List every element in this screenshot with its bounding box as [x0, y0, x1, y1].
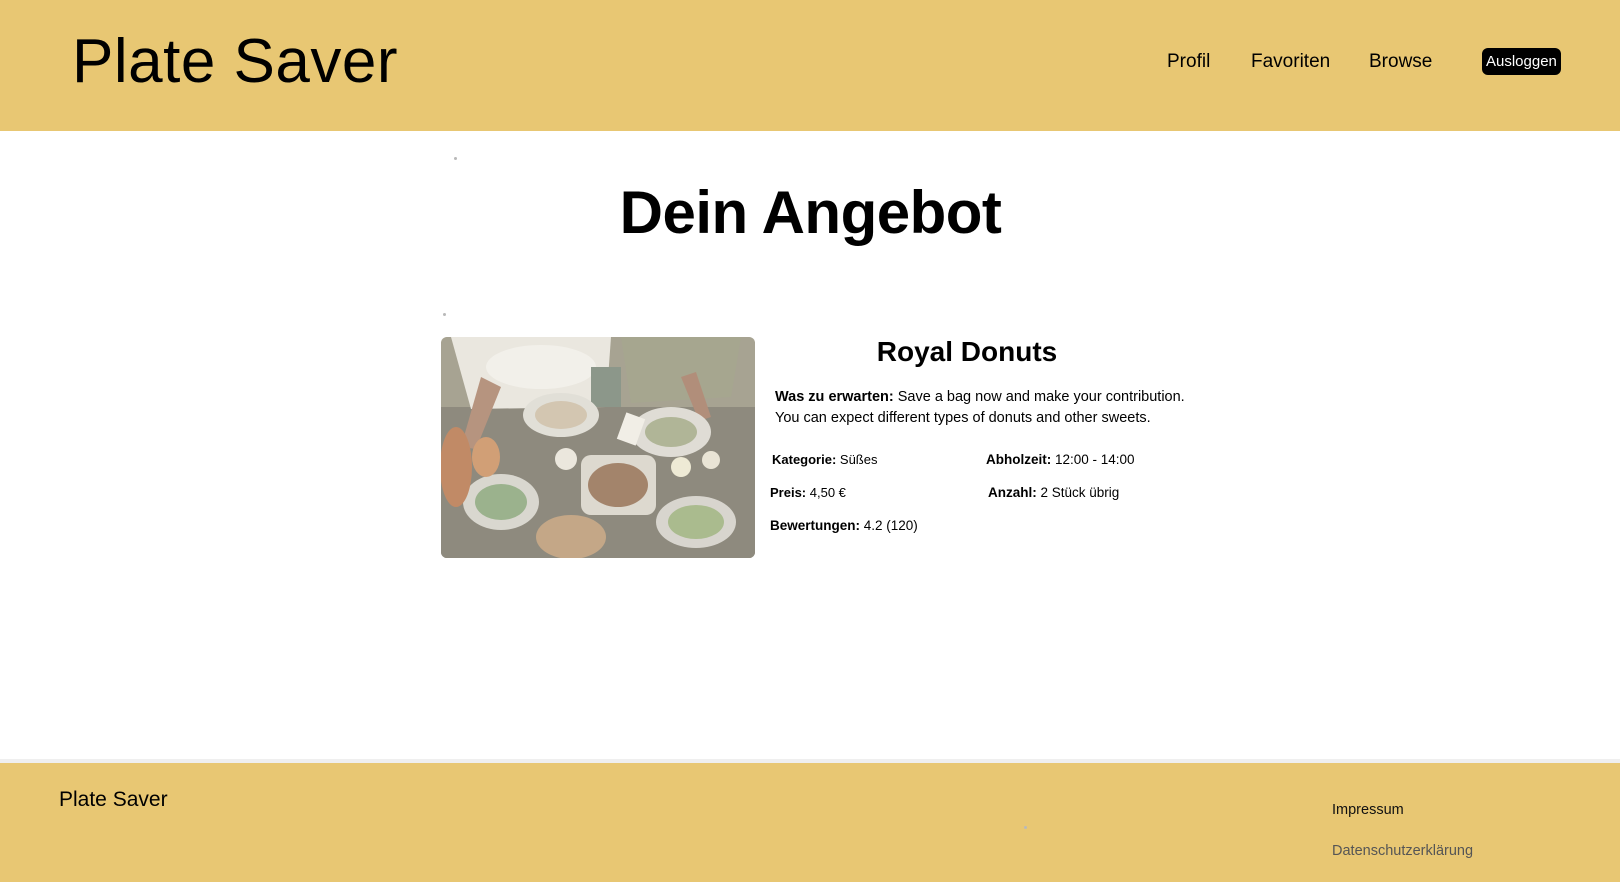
anzahl-value: 2 Stück übrig — [1036, 485, 1120, 500]
field-anzahl: Anzahl: 2 Stück übrig — [988, 484, 1119, 502]
bewertungen-label: Bewertungen: — [770, 518, 861, 533]
logout-button[interactable]: Ausloggen — [1482, 48, 1561, 75]
footer-brand: Plate Saver — [59, 788, 168, 811]
main-nav: Profil Favoriten Browse Ausloggen — [0, 48, 1620, 78]
footer-link-impressum[interactable]: Impressum — [1332, 800, 1404, 820]
kategorie-label: Kategorie: — [772, 452, 837, 467]
abholzeit-value: 12:00 - 14:00 — [1051, 452, 1135, 467]
page-title: Dein Angebot — [619, 179, 1002, 246]
field-abholzeit: Abholzeit: 12:00 - 14:00 — [986, 451, 1135, 469]
nav-favoriten[interactable]: Favoriten — [1251, 50, 1330, 74]
field-kategorie: Kategorie: Süßes — [772, 451, 877, 469]
site-footer: Plate Saver Impressum Datenschutzerkläru… — [0, 763, 1620, 882]
anzahl-label: Anzahl: — [988, 485, 1037, 500]
footer-link-datenschutz[interactable]: Datenschutzerklärung — [1332, 841, 1473, 861]
nav-browse[interactable]: Browse — [1369, 50, 1432, 74]
decorative-dot — [454, 157, 457, 160]
offer-image — [441, 337, 755, 558]
kategorie-value: Süßes — [836, 452, 878, 467]
food-table-picture — [441, 337, 755, 558]
preis-label: Preis: — [770, 485, 807, 500]
decorative-dot — [1024, 826, 1027, 829]
field-preis: Preis: 4,50 € — [770, 484, 846, 502]
description-label: Was zu erwarten: — [775, 389, 894, 405]
decorative-dot — [443, 313, 446, 316]
offer-description: Was zu erwarten: Save a bag now and make… — [775, 387, 1195, 429]
nav-profil[interactable]: Profil — [1167, 50, 1210, 74]
abholzeit-label: Abholzeit: — [986, 452, 1052, 467]
preis-value: 4,50 € — [806, 485, 846, 500]
field-bewertungen: Bewertungen: 4.2 (120) — [770, 517, 918, 535]
offer-title: Royal Donuts — [876, 336, 1058, 367]
top-header: Plate Saver Profil Favoriten Browse Ausl… — [0, 0, 1620, 131]
bewertungen-value: 4.2 (120) — [860, 518, 918, 533]
